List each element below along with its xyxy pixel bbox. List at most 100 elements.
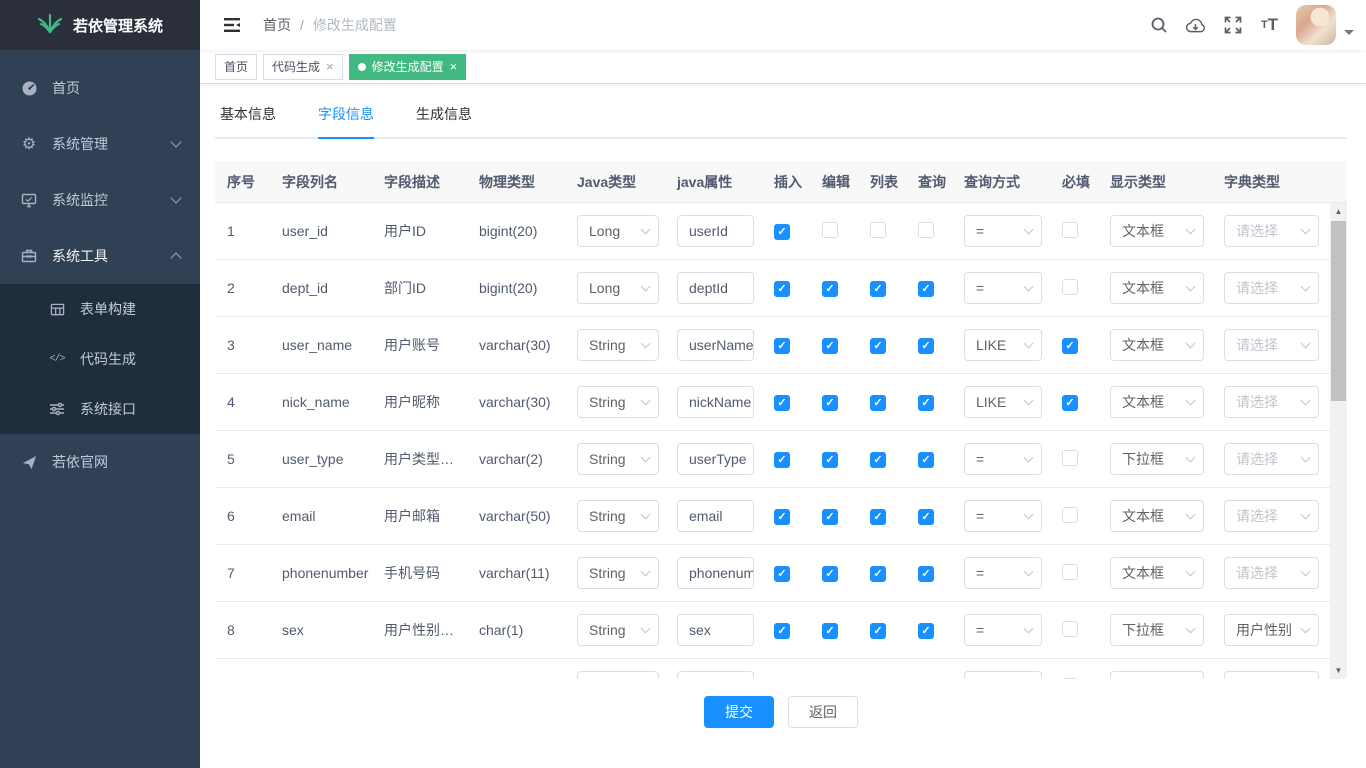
cloud-download-icon[interactable] [1177,0,1214,50]
tab-field-info[interactable]: 字段信息 [318,104,374,137]
query_type-select[interactable]: = [964,443,1042,475]
sidebar-item-system-api[interactable]: 系统接口 [0,384,200,434]
fullscreen-icon[interactable] [1214,0,1251,50]
sidebar-item-form-builder[interactable]: 表单构建 [0,284,200,334]
scrollbar-up-arrow[interactable]: ▲ [1330,203,1347,220]
insert-checkbox[interactable] [774,566,790,582]
edit-checkbox[interactable] [822,338,838,354]
edit-checkbox[interactable] [822,281,838,297]
java_field-input[interactable]: avatar [677,671,754,679]
scrollbar-thumb[interactable] [1331,221,1346,401]
insert-checkbox[interactable] [774,338,790,354]
font-size-icon[interactable]: TT [1251,0,1288,50]
java_type-select[interactable]: String [577,671,659,679]
avatar[interactable] [1296,5,1336,45]
java_type-select[interactable]: String [577,557,659,589]
required-checkbox[interactable] [1062,222,1078,238]
back-button[interactable]: 返回 [788,696,858,728]
query-checkbox[interactable] [918,566,934,582]
sidebar-item-official-site[interactable]: 若依官网 [0,434,200,490]
html_type-select[interactable]: 文本框 [1110,500,1204,532]
tab-basic-info[interactable]: 基本信息 [220,104,276,137]
edit-checkbox[interactable] [822,623,838,639]
dict_type-select[interactable]: 请选择 [1224,386,1319,418]
required-checkbox[interactable] [1062,395,1078,411]
query-checkbox[interactable] [918,623,934,639]
html_type-select[interactable]: 下拉框 [1110,443,1204,475]
sidebar-item-system-manage[interactable]: ⚙ 系统管理 [0,116,200,172]
edit-checkbox[interactable] [822,452,838,468]
edit-checkbox[interactable] [822,509,838,525]
java_type-select[interactable]: String [577,386,659,418]
query-checkbox[interactable] [918,281,934,297]
java_type-select[interactable]: Long [577,272,659,304]
breadcrumb-home[interactable]: 首页 [263,15,291,35]
html_type-select[interactable]: 文本框 [1110,671,1204,679]
insert-checkbox[interactable] [774,395,790,411]
close-icon[interactable]: × [450,60,458,73]
sidebar-item-home[interactable]: 首页 [0,60,200,116]
java_field-input[interactable]: userName [677,329,754,361]
insert-checkbox[interactable] [774,224,790,240]
submit-button[interactable]: 提交 [704,696,774,728]
tab-gen-info[interactable]: 生成信息 [416,104,472,137]
insert-checkbox[interactable] [774,623,790,639]
dict_type-select[interactable]: 请选择 [1224,671,1319,679]
dict_type-select[interactable]: 请选择 [1224,557,1319,589]
java_type-select[interactable]: String [577,443,659,475]
vertical-scrollbar[interactable]: ▲ ▼ [1330,203,1347,679]
required-checkbox[interactable] [1062,621,1078,637]
dict_type-select[interactable]: 请选择 [1224,329,1319,361]
java_field-input[interactable]: sex [677,614,754,646]
scrollbar-down-arrow[interactable]: ▼ [1330,662,1347,679]
query_type-select[interactable]: = [964,671,1042,679]
insert-checkbox[interactable] [774,452,790,468]
list-checkbox[interactable] [870,566,886,582]
java_type-select[interactable]: String [577,614,659,646]
dict_type-select[interactable]: 请选择 [1224,443,1319,475]
query-checkbox[interactable] [918,452,934,468]
insert-checkbox[interactable] [774,281,790,297]
html_type-select[interactable]: 文本框 [1110,215,1204,247]
sidebar-toggle-icon[interactable] [215,0,249,50]
query-checkbox[interactable] [918,338,934,354]
query-checkbox[interactable] [918,509,934,525]
java_type-select[interactable]: String [577,329,659,361]
java_field-input[interactable]: phonenumber [677,557,754,589]
user-menu[interactable] [1296,5,1354,45]
html_type-select[interactable]: 文本框 [1110,386,1204,418]
edit-checkbox[interactable] [822,222,838,238]
tag-edit-gen-config[interactable]: 修改生成配置 × [349,54,467,80]
tag-code-gen[interactable]: 代码生成 × [263,54,343,80]
dict_type-select[interactable]: 请选择 [1224,272,1319,304]
query_type-select[interactable]: = [964,500,1042,532]
required-checkbox[interactable] [1062,564,1078,580]
sidebar-item-system-tools[interactable]: 系统工具 [0,228,200,284]
html_type-select[interactable]: 文本框 [1110,272,1204,304]
search-icon[interactable] [1140,0,1177,50]
edit-checkbox[interactable] [822,566,838,582]
required-checkbox[interactable] [1062,450,1078,466]
query-checkbox[interactable] [918,395,934,411]
java_type-select[interactable]: String [577,500,659,532]
query_type-select[interactable]: LIKE [964,386,1042,418]
required-checkbox[interactable] [1062,507,1078,523]
dict_type-select[interactable]: 请选择 [1224,500,1319,532]
list-checkbox[interactable] [870,452,886,468]
edit-checkbox[interactable] [822,395,838,411]
close-icon[interactable]: × [326,60,334,73]
tag-home[interactable]: 首页 [215,54,257,80]
query_type-select[interactable]: LIKE [964,329,1042,361]
required-checkbox[interactable] [1062,678,1078,680]
list-checkbox[interactable] [870,623,886,639]
insert-checkbox[interactable] [774,509,790,525]
query_type-select[interactable]: = [964,614,1042,646]
list-checkbox[interactable] [870,338,886,354]
list-checkbox[interactable] [870,509,886,525]
list-checkbox[interactable] [870,222,886,238]
query_type-select[interactable]: = [964,272,1042,304]
query_type-select[interactable]: = [964,215,1042,247]
java_field-input[interactable]: nickName [677,386,754,418]
html_type-select[interactable]: 文本框 [1110,329,1204,361]
query-checkbox[interactable] [918,222,934,238]
